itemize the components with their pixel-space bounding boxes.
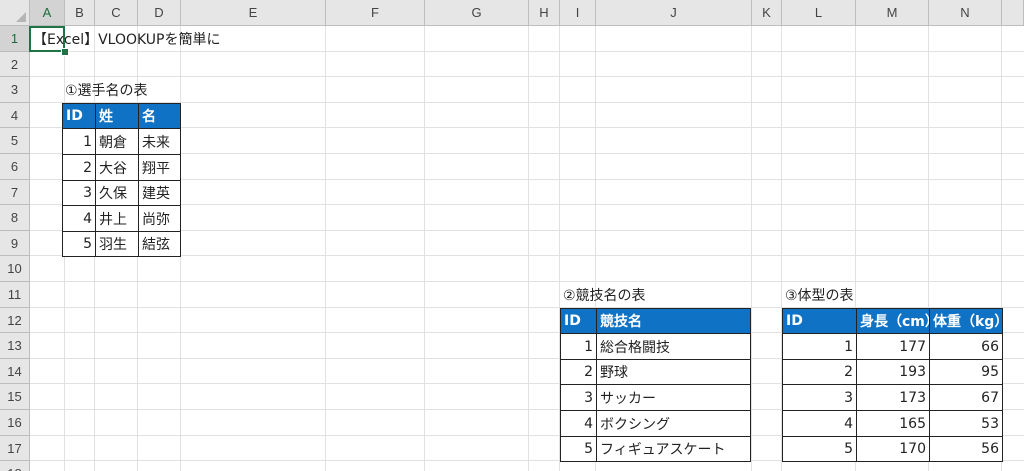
table1-cell[interactable]: 3: [62, 180, 96, 206]
select-all-corner[interactable]: [0, 0, 30, 26]
table2-caption[interactable]: ②競技名の表: [560, 282, 649, 307]
fill-handle[interactable]: [61, 48, 69, 56]
table1-cell[interactable]: 1: [62, 128, 96, 155]
row-header-17[interactable]: 17: [0, 436, 30, 461]
table3-caption[interactable]: ③体型の表: [782, 282, 857, 307]
column-header-H[interactable]: H: [529, 0, 560, 26]
table1-cell[interactable]: 尚弥: [138, 205, 181, 232]
table3-cell[interactable]: 56: [929, 436, 1003, 462]
column-gridline: [751, 26, 752, 471]
row-header-12[interactable]: 12: [0, 308, 30, 333]
column-header-A[interactable]: A: [30, 0, 65, 26]
column-gridline: [528, 26, 529, 471]
table3-cell[interactable]: 177: [856, 333, 930, 360]
row-header-5[interactable]: 5: [0, 128, 30, 154]
table3-cell[interactable]: 66: [929, 333, 1003, 360]
table1-cell[interactable]: 大谷: [95, 154, 139, 181]
table2-cell[interactable]: 総合格闘技: [596, 333, 751, 360]
column-gridline: [325, 26, 326, 471]
table1-cell[interactable]: 羽生: [95, 231, 139, 257]
column-header-blank: [1002, 0, 1024, 26]
column-header-G[interactable]: G: [425, 0, 529, 26]
table3-cell[interactable]: 67: [929, 384, 1003, 411]
table2-cell[interactable]: 野球: [596, 359, 751, 385]
row-header-1[interactable]: 1: [0, 26, 30, 52]
table2-cell[interactable]: フィギュアスケート: [596, 436, 751, 462]
row-header-11[interactable]: 11: [0, 282, 30, 308]
table3-cell[interactable]: 5: [782, 436, 857, 462]
row-header-10[interactable]: 10: [0, 256, 30, 282]
row-header-15[interactable]: 15: [0, 384, 30, 410]
table1-header-cell[interactable]: 名: [138, 103, 181, 129]
table3-cell[interactable]: 193: [856, 359, 930, 385]
table3-header-cell[interactable]: 体重（kg）: [929, 308, 1003, 334]
column-gridline: [424, 26, 425, 471]
column-header-B[interactable]: B: [65, 0, 95, 26]
table2-cell[interactable]: 5: [560, 436, 597, 462]
table2-cell[interactable]: ボクシング: [596, 410, 751, 437]
table1-cell[interactable]: 朝倉: [95, 128, 139, 155]
table3-cell[interactable]: 4: [782, 410, 857, 437]
table1-caption[interactable]: ①選手名の表: [62, 77, 151, 102]
table1-cell[interactable]: 翔平: [138, 154, 181, 181]
table2-header-cell[interactable]: ID: [560, 308, 597, 334]
table1-cell[interactable]: 結弦: [138, 231, 181, 257]
table3-cell[interactable]: 3: [782, 384, 857, 411]
table1-cell[interactable]: 5: [62, 231, 96, 257]
table3-cell[interactable]: 2: [782, 359, 857, 385]
spreadsheet-grid[interactable]: ABCDEFGHIJKLMN 1 2 3 4 5 6 7 8 9 10 11 12 13 14 15 16 17…: [0, 0, 1024, 471]
row-header-2[interactable]: 2: [0, 52, 30, 77]
table3-cell[interactable]: 170: [856, 436, 930, 462]
column-header-D[interactable]: D: [138, 0, 181, 26]
table2-cell[interactable]: 2: [560, 359, 597, 385]
column-header-M[interactable]: M: [856, 0, 929, 26]
row-header-3[interactable]: 3: [0, 77, 30, 103]
table3-header-cell[interactable]: ID: [782, 308, 857, 334]
table2-cell[interactable]: 3: [560, 384, 597, 411]
table3-header-cell[interactable]: 身長（cm）: [856, 308, 930, 334]
row-gridline: [30, 51, 1024, 52]
table3-cell[interactable]: 165: [856, 410, 930, 437]
table1-cell[interactable]: 井上: [95, 205, 139, 232]
row-header-13[interactable]: 13: [0, 333, 30, 359]
row-gridline: [30, 281, 1024, 282]
column-header-J[interactable]: J: [596, 0, 752, 26]
table1-cell[interactable]: 久保: [95, 180, 139, 206]
table2-cell[interactable]: 1: [560, 333, 597, 360]
table2-cell[interactable]: 4: [560, 410, 597, 437]
table1-header-cell[interactable]: ID: [62, 103, 96, 129]
table1-cell[interactable]: 2: [62, 154, 96, 181]
table2-cell[interactable]: サッカー: [596, 384, 751, 411]
table2-header-cell[interactable]: 競技名: [596, 308, 751, 334]
table1-cell[interactable]: 未来: [138, 128, 181, 155]
table1-cell[interactable]: 4: [62, 205, 96, 232]
column-header-I[interactable]: I: [560, 0, 596, 26]
row-header-6[interactable]: 6: [0, 154, 30, 180]
table3-cell[interactable]: 173: [856, 384, 930, 411]
table3-cell[interactable]: 53: [929, 410, 1003, 437]
row-header-7[interactable]: 7: [0, 180, 30, 205]
row-header-18[interactable]: 18: [0, 461, 30, 471]
row-header-14[interactable]: 14: [0, 359, 30, 384]
column-header-N[interactable]: N: [929, 0, 1002, 26]
table1-cell[interactable]: 建英: [138, 180, 181, 206]
table3-cell[interactable]: 1: [782, 333, 857, 360]
column-header-C[interactable]: C: [95, 0, 138, 26]
row-header-8[interactable]: 8: [0, 205, 30, 231]
row-header-9[interactable]: 9: [0, 231, 30, 256]
column-header-K[interactable]: K: [752, 0, 782, 26]
table3-cell[interactable]: 95: [929, 359, 1003, 385]
row-gridline: [30, 76, 1024, 77]
column-header-L[interactable]: L: [782, 0, 856, 26]
column-header-F[interactable]: F: [326, 0, 425, 26]
active-cell-selection[interactable]: [29, 26, 65, 52]
row-header-16[interactable]: 16: [0, 410, 30, 436]
table1-header-cell[interactable]: 姓: [95, 103, 139, 129]
row-header-4[interactable]: 4: [0, 103, 30, 128]
column-header-E[interactable]: E: [181, 0, 326, 26]
